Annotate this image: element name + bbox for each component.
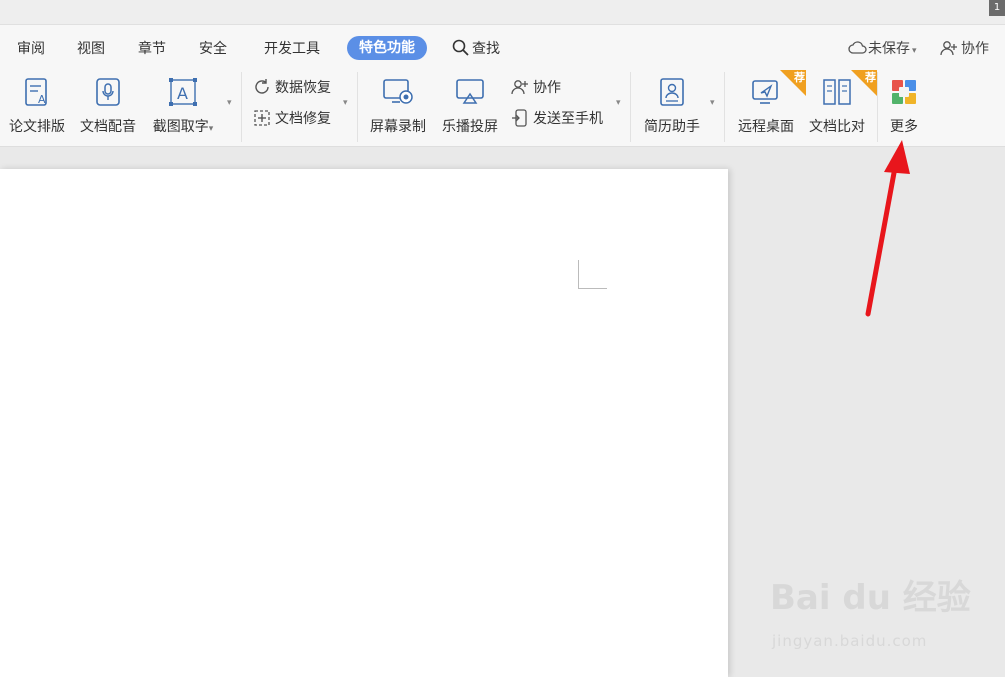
more-label: 更多 — [890, 119, 918, 135]
doc-compare-icon — [823, 79, 851, 105]
divider — [630, 72, 631, 142]
tab-security[interactable]: 安全 — [199, 37, 227, 61]
paper-format-button[interactable]: A 论文排版 — [6, 74, 68, 136]
ribbon-toolbar: A 论文排版 文档配音 A 截图取字▾ ▾ 数据恢复 文档修复 ▾ 屏幕录制 乐… — [0, 70, 1005, 147]
screen-record-label: 屏幕录制 — [370, 119, 426, 135]
divider — [357, 72, 358, 142]
group-expand-icon[interactable]: ▾ — [227, 98, 232, 108]
recommend-badge: 荐 — [780, 70, 806, 96]
recovery-icon — [255, 79, 269, 94]
red-arrow-annotation — [865, 140, 910, 317]
screenshot-ocr-button[interactable]: A 截图取字▾ — [148, 74, 218, 136]
collab-top-label: 协作 — [961, 41, 989, 57]
paper-format-icon: A — [25, 78, 47, 106]
doc-compare-button[interactable]: 荐 文档比对 — [805, 70, 877, 136]
remote-desktop-icon — [752, 80, 778, 104]
title-bar: 1 — [0, 0, 1005, 25]
paper-format-label: 论文排版 — [9, 119, 65, 135]
tab-view[interactable]: 视图 — [77, 37, 105, 61]
tab-review[interactable]: 审阅 — [17, 37, 45, 61]
resume-icon — [660, 78, 684, 106]
margin-corner-mark — [578, 260, 607, 289]
screen-record-icon — [383, 79, 413, 104]
baidu-watermark-url: jingyan.baidu.com — [772, 632, 928, 650]
more-button[interactable]: 更多 — [884, 74, 924, 136]
resume-helper-label: 简历助手 — [644, 119, 700, 135]
user-add-icon — [511, 80, 528, 95]
doc-repair-label: 文档修复 — [275, 111, 331, 127]
screenshot-ocr-label: 截图取字 — [152, 119, 209, 135]
resume-helper-button[interactable]: 简历助手 — [640, 74, 704, 136]
search-label: 查找 — [472, 41, 500, 57]
phone-send-icon — [512, 109, 527, 127]
collab-button[interactable]: 协作 — [511, 77, 561, 99]
microphone-doc-icon — [96, 78, 120, 106]
group-expand-icon[interactable]: ▾ — [343, 98, 348, 108]
cloud-icon — [848, 41, 867, 54]
divider — [877, 72, 878, 142]
remote-desktop-label: 远程桌面 — [738, 119, 794, 135]
divider — [724, 72, 725, 142]
data-recovery-label: 数据恢复 — [275, 80, 331, 96]
divider — [241, 72, 242, 142]
svg-text:A: A — [38, 93, 46, 106]
doc-compare-label: 文档比对 — [809, 119, 865, 135]
chevron-down-icon: ▾ — [208, 124, 214, 134]
repair-icon — [254, 110, 270, 126]
data-recovery-button[interactable]: 数据恢复 — [253, 77, 331, 99]
group-expand-icon[interactable]: ▾ — [710, 98, 715, 108]
send-phone-button[interactable]: 发送至手机 — [511, 108, 603, 130]
svg-text:A: A — [177, 84, 188, 103]
screenshot-text-icon: A — [169, 78, 197, 106]
tab-developer-tools[interactable]: 开发工具 — [264, 37, 320, 61]
unsaved-status-button[interactable]: 未保存 ▾ — [848, 37, 917, 61]
more-apps-icon — [892, 80, 916, 104]
tab-chapter[interactable]: 章节 — [138, 37, 166, 61]
screen-record-button[interactable]: 屏幕录制 — [366, 74, 430, 136]
cast-screen-label: 乐播投屏 — [442, 119, 498, 135]
user-add-icon — [940, 41, 957, 56]
unsaved-label: 未保存 — [868, 41, 910, 57]
doc-dubbing-button[interactable]: 文档配音 — [77, 74, 139, 136]
doc-dubbing-label: 文档配音 — [80, 119, 136, 135]
corner-badge: 1 — [989, 0, 1005, 16]
cast-screen-icon — [456, 79, 484, 104]
doc-repair-button[interactable]: 文档修复 — [253, 108, 331, 130]
chevron-down-icon: ▾ — [912, 46, 917, 56]
collab-top-button[interactable]: 协作 — [940, 37, 989, 61]
search-icon — [452, 39, 469, 56]
search-button[interactable]: 查找 — [452, 37, 500, 61]
menu-bar: 审阅 视图 章节 安全 开发工具 特色功能 查找 未保存 ▾ 协作 — [0, 25, 1005, 70]
collab-label: 协作 — [533, 80, 561, 96]
send-phone-label: 发送至手机 — [533, 111, 603, 127]
group-expand-icon[interactable]: ▾ — [616, 98, 621, 108]
remote-desktop-button[interactable]: 荐 远程桌面 — [734, 70, 806, 136]
baidu-watermark: Bai du 经验 — [770, 578, 971, 618]
tab-special-features[interactable]: 特色功能 — [347, 36, 427, 60]
cast-screen-button[interactable]: 乐播投屏 — [438, 74, 502, 136]
document-page[interactable] — [0, 169, 728, 677]
recommend-badge: 荐 — [851, 70, 877, 96]
